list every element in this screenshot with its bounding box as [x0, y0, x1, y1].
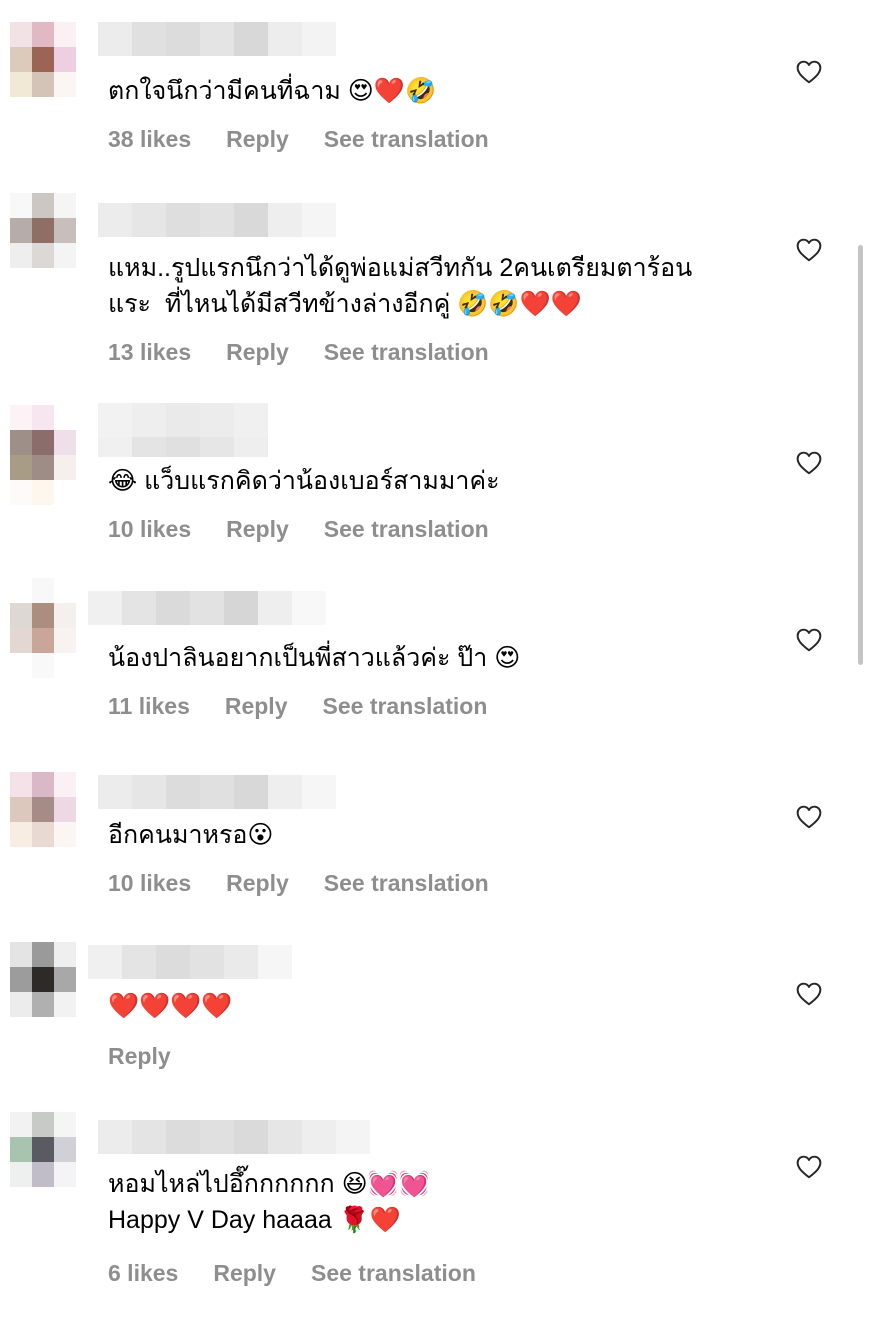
comment-text: หอมไหล่ไปอึ๊กกกกกก 😆💓💓 Happy V Day haaaa…	[108, 1170, 430, 1234]
likes-count[interactable]: 11 likes	[108, 693, 190, 720]
likes-count[interactable]: 38 likes	[108, 126, 191, 153]
avatar[interactable]	[10, 772, 98, 872]
username-blurred[interactable]	[98, 203, 336, 237]
comment-text: 😂 แว็บแรกคิดว่าน้องเบอร์สามมาค่ะ	[108, 467, 500, 495]
see-translation-link[interactable]: See translation	[323, 693, 488, 720]
comment-meta: Reply	[108, 1041, 206, 1071]
likes-count[interactable]: 6 likes	[108, 1260, 178, 1287]
see-translation-link[interactable]: See translation	[324, 339, 489, 366]
likes-count[interactable]: 13 likes	[108, 339, 191, 366]
reply-button[interactable]: Reply	[226, 870, 289, 897]
heart-outline-icon[interactable]	[796, 1155, 822, 1179]
reply-button[interactable]: Reply	[213, 1260, 276, 1287]
heart-outline-icon[interactable]	[796, 628, 822, 652]
see-translation-link[interactable]: See translation	[324, 516, 489, 543]
see-translation-link[interactable]: See translation	[311, 1260, 476, 1287]
comment-text: ❤️❤️❤️❤️	[108, 992, 233, 1020]
heart-outline-icon[interactable]	[796, 982, 822, 1006]
see-translation-link[interactable]: See translation	[324, 126, 489, 153]
reply-button[interactable]: Reply	[225, 693, 288, 720]
avatar[interactable]	[10, 942, 98, 1042]
likes-count[interactable]: 10 likes	[108, 870, 191, 897]
username-blurred[interactable]	[88, 591, 326, 625]
comment-text: ตกใจนึกว่ามีคนที่ฉาม 😍❤️🤣	[108, 77, 437, 105]
comment-meta: 38 likes Reply See translation	[108, 124, 489, 154]
reply-button[interactable]: Reply	[226, 126, 289, 153]
reply-button[interactable]: Reply	[108, 1043, 171, 1070]
heart-outline-icon[interactable]	[796, 238, 822, 262]
avatar[interactable]	[10, 405, 98, 505]
avatar[interactable]	[10, 1112, 98, 1212]
see-translation-link[interactable]: See translation	[324, 870, 489, 897]
comment-text: แหม..รูปแรกนึกว่าได้ดูพ่อแม่สวีทกัน 2คนเ…	[108, 254, 693, 318]
comment-meta: 6 likes Reply See translation	[108, 1258, 476, 1288]
likes-count[interactable]: 10 likes	[108, 516, 191, 543]
heart-outline-icon[interactable]	[796, 451, 822, 475]
heart-outline-icon[interactable]	[796, 805, 822, 829]
heart-outline-icon[interactable]	[796, 60, 822, 84]
username-blurred[interactable]	[98, 403, 268, 437]
comment-meta: 13 likes Reply See translation	[108, 337, 489, 367]
vertical-scrollbar[interactable]	[858, 245, 863, 665]
comment-text: อีกคนมาหรอ😮	[108, 821, 274, 849]
username-blurred[interactable]	[98, 22, 336, 56]
comment-text: น้องปาลินอยากเป็นพี่สาวแล้วค่ะ ป๊า 😍	[108, 644, 521, 672]
username-blurred[interactable]	[88, 945, 292, 979]
username-blurred[interactable]	[98, 775, 336, 809]
comment-meta: 10 likes Reply See translation	[108, 514, 489, 544]
username-blurred[interactable]	[98, 1120, 370, 1154]
reply-button[interactable]: Reply	[226, 339, 289, 366]
avatar[interactable]	[10, 193, 98, 293]
username-blurred-line	[98, 437, 268, 457]
avatar[interactable]	[10, 22, 98, 122]
comment-meta: 10 likes Reply See translation	[108, 868, 489, 898]
comment-meta: 11 likes Reply See translation	[108, 691, 487, 721]
avatar[interactable]	[10, 578, 98, 678]
reply-button[interactable]: Reply	[226, 516, 289, 543]
